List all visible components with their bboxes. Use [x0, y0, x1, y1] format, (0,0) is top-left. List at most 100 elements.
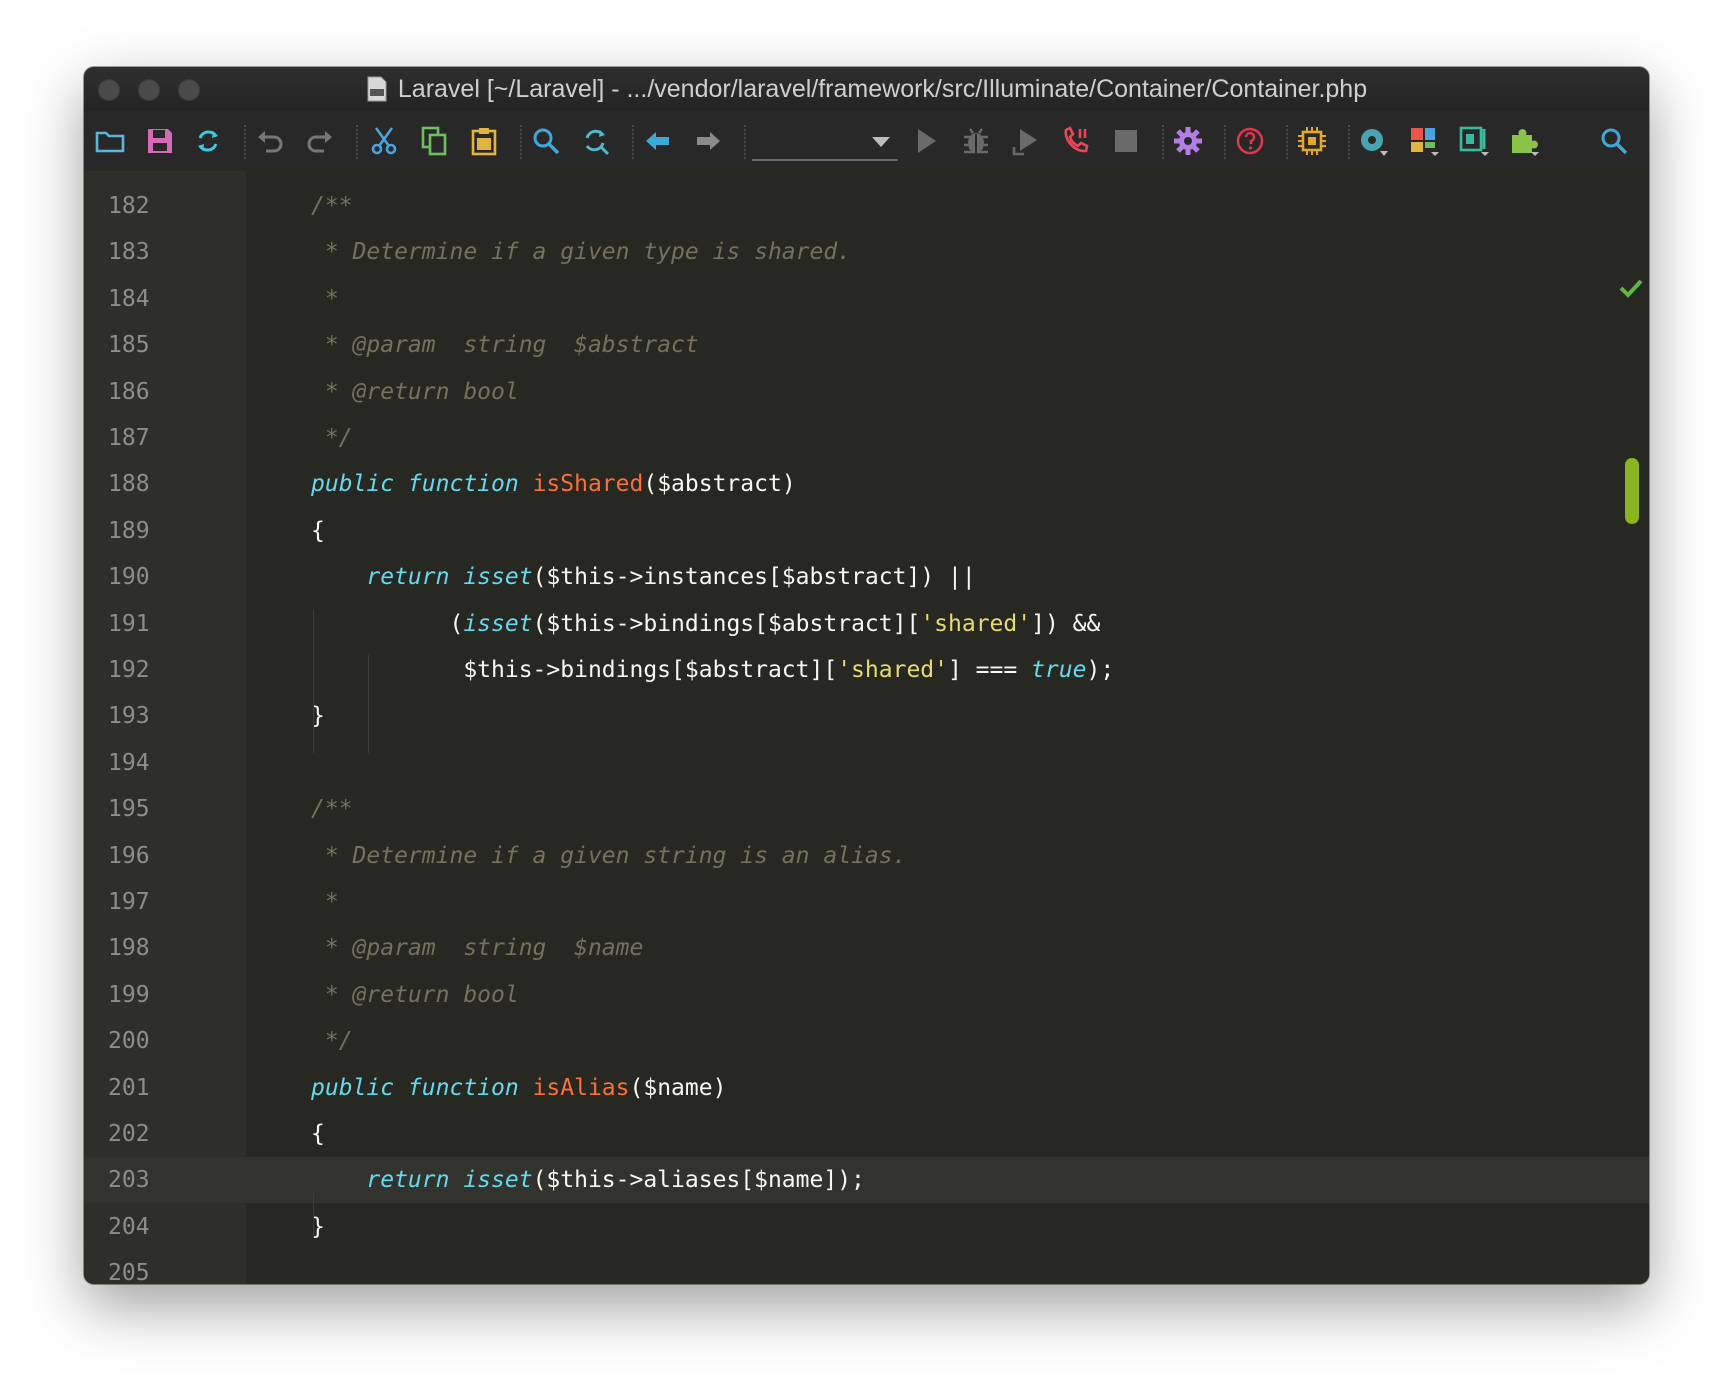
forward-icon[interactable]: [690, 123, 726, 159]
open-folder-icon[interactable]: [92, 123, 128, 159]
code-line[interactable]: 182 /**: [84, 183, 1649, 229]
code-token: (: [311, 610, 464, 637]
minimize-window-button[interactable]: [138, 79, 160, 101]
code-token: *: [311, 889, 339, 915]
code-text: * Determine if a given string is an alia…: [311, 833, 907, 879]
chevron-down-icon: [872, 137, 890, 147]
code-token: );: [1086, 657, 1115, 683]
code-line[interactable]: 191 (isset($this->bindings[$abstract]['s…: [84, 601, 1649, 647]
line-number: 195: [108, 796, 150, 823]
debug-icon[interactable]: [958, 123, 994, 159]
code-token: ]) &&: [1031, 610, 1101, 637]
code-token: * @return bool: [311, 981, 519, 1008]
code-token: isset: [463, 610, 533, 637]
indent-guide: [368, 655, 369, 753]
code-token: ($abstract): [643, 471, 796, 498]
code-line[interactable]: 201 public function isAlias($name): [84, 1065, 1649, 1111]
code-structure-icon[interactable]: [1456, 123, 1492, 159]
code-line[interactable]: 188 public function isShared($abstract): [84, 461, 1649, 507]
line-number: 193: [108, 703, 150, 730]
code-line[interactable]: 196 * Determine if a given string is an …: [84, 833, 1649, 879]
code-line[interactable]: 205: [84, 1250, 1649, 1284]
help-icon[interactable]: [1232, 123, 1268, 159]
save-icon[interactable]: [142, 123, 178, 159]
stop-icon[interactable]: [1108, 123, 1144, 159]
plugins-icon[interactable]: [1506, 123, 1542, 159]
run-configuration-select[interactable]: [752, 125, 898, 161]
code-line[interactable]: 193}: [84, 693, 1649, 739]
run-icon[interactable]: [908, 123, 944, 159]
code-line[interactable]: 202 {: [84, 1111, 1649, 1157]
code-token: return isset: [366, 564, 533, 591]
window-title: Laravel [~/Laravel] - .../vendor/laravel…: [397, 74, 1368, 103]
code-text: {: [311, 508, 325, 554]
code-token: 'shared': [837, 657, 948, 683]
settings-icon[interactable]: [1170, 123, 1206, 159]
code-token: ($this->bindings[$abstract][: [532, 610, 921, 637]
redo-icon[interactable]: [302, 123, 338, 159]
line-number: 189: [108, 517, 150, 544]
code-token: * Determine if a given string is an alia…: [311, 842, 907, 869]
code-line[interactable]: 194: [84, 740, 1649, 786]
zoom-window-button[interactable]: [178, 79, 200, 101]
close-window-button[interactable]: [98, 79, 120, 101]
code-line[interactable]: 198 * @param string $name: [84, 925, 1649, 971]
code-line[interactable]: 187 */: [84, 415, 1649, 461]
run-coverage-icon[interactable]: [1008, 123, 1044, 159]
line-number: 204: [108, 1213, 150, 1240]
cut-icon[interactable]: [366, 123, 402, 159]
code-line[interactable]: 204}: [84, 1204, 1649, 1250]
indent-guide: [313, 609, 314, 753]
code-line[interactable]: 197 *: [84, 879, 1649, 925]
line-number: 198: [108, 935, 150, 962]
code-text: $this->bindings[$abstract]['shared'] ===…: [311, 647, 1114, 693]
code-line[interactable]: 183 * Determine if a given type is share…: [84, 229, 1649, 275]
code-line[interactable]: 186 * @return bool: [84, 369, 1649, 415]
line-number: 185: [108, 332, 150, 359]
code-editor[interactable]: 182 /** 183 * Determine if a given type is…: [84, 171, 1649, 1284]
vertical-scrollbar-thumb[interactable]: [1625, 458, 1639, 524]
check-icon[interactable]: [1618, 277, 1644, 299]
code-line[interactable]: 199 * @return bool: [84, 972, 1649, 1018]
code-line[interactable]: 192 $this->bindings[$abstract]['shared']…: [84, 647, 1649, 693]
code-line[interactable]: 189 {: [84, 508, 1649, 554]
code-token: ($this->instances[$abstract]) ||: [532, 564, 976, 591]
line-number: 203: [108, 1167, 150, 1194]
layout-icon[interactable]: [1406, 123, 1442, 159]
find-icon[interactable]: [528, 123, 564, 159]
code-token: ($name): [629, 1074, 727, 1101]
replace-icon[interactable]: [578, 123, 614, 159]
code-token: /**: [311, 193, 353, 219]
code-line[interactable]: 195 /**: [84, 786, 1649, 832]
code-text: */: [311, 415, 353, 461]
cpu-icon[interactable]: [1294, 123, 1330, 159]
code-line[interactable]: 203 return isset($this->aliases[$name]);: [84, 1157, 1649, 1204]
title-bar: Laravel [~/Laravel] - .../vendor/laravel…: [84, 67, 1649, 111]
code-text: *: [311, 879, 339, 925]
line-number: 186: [108, 378, 150, 405]
code-text: *: [311, 276, 339, 322]
code-token: * @param string $name: [311, 935, 644, 962]
code-text: * @param string $name: [311, 925, 644, 971]
code-text: * @return bool: [311, 369, 519, 415]
database-icon[interactable]: [1356, 123, 1392, 159]
code-line[interactable]: 184 *: [84, 276, 1649, 322]
back-icon[interactable]: [640, 123, 676, 159]
paste-icon[interactable]: [466, 123, 502, 159]
code-line[interactable]: 200 */: [84, 1018, 1649, 1064]
code-token: true: [1031, 657, 1087, 683]
undo-icon[interactable]: [252, 123, 288, 159]
code-token: $this->bindings[$abstract][: [311, 657, 838, 683]
phone-listen-icon[interactable]: [1058, 123, 1094, 159]
search-everywhere-icon[interactable]: [1596, 123, 1632, 159]
copy-icon[interactable]: [416, 123, 452, 159]
code-text: /**: [311, 786, 353, 832]
line-number: 199: [108, 981, 150, 1008]
code-token: * @return bool: [311, 378, 519, 405]
sync-icon[interactable]: [190, 123, 226, 159]
code-token: *: [311, 285, 339, 312]
code-line[interactable]: 185 * @param string $abstract: [84, 322, 1649, 368]
code-line[interactable]: 190 return isset($this->instances[$abstr…: [84, 554, 1649, 600]
code-text: * @return bool: [311, 972, 519, 1018]
